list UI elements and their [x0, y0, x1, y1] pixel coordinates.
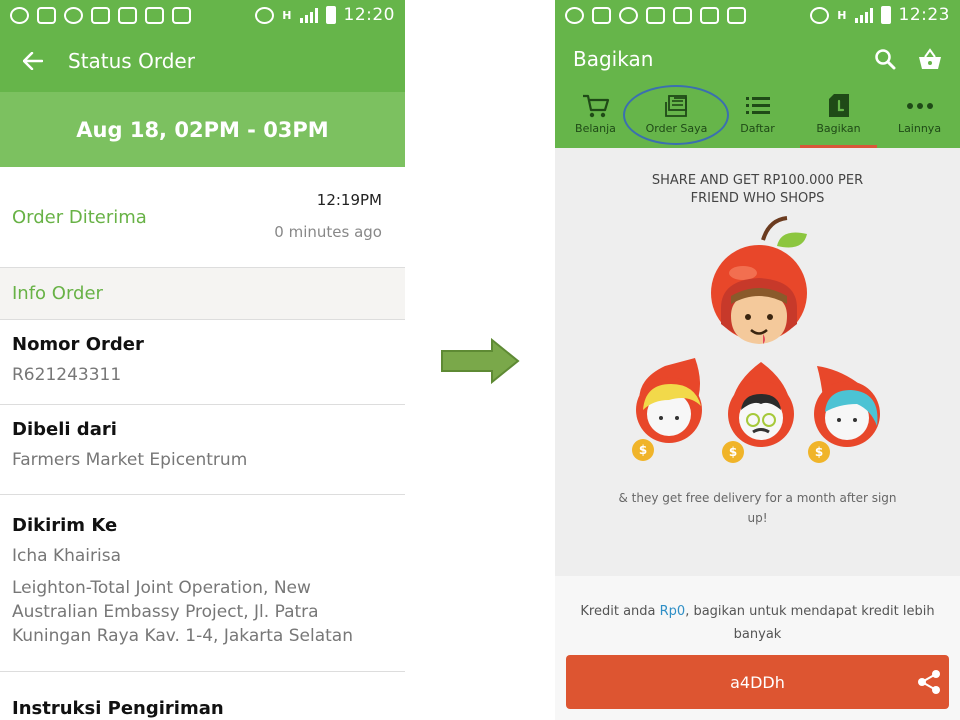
- more-icon: [906, 103, 933, 109]
- tab-label: Lainnya: [897, 122, 942, 135]
- tab-daftar[interactable]: Daftar: [717, 88, 798, 148]
- notification-icons: [565, 6, 746, 24]
- apple-mascot-icon: [711, 216, 807, 344]
- cart-icon: [582, 94, 609, 118]
- referral-code-button[interactable]: a4DDh: [566, 655, 949, 709]
- tab-order-saya[interactable]: Order Saya: [636, 88, 717, 148]
- main-tabs: Belanja Order Saya Daftar Bagikan Lainny…: [555, 88, 960, 148]
- order-status-ago: 0 minutes ago: [274, 223, 382, 241]
- shipping-address: Leighton-Total Joint Operation, New Aust…: [12, 576, 393, 648]
- share-promo: SHARE AND GET RP100.000 PER FRIEND WHO S…: [555, 148, 960, 576]
- shipping-instructions-block: Instruksi Pengiriman: [0, 672, 405, 719]
- purchased-from-block: Dibeli dari Farmers Market Epicentrum: [0, 405, 405, 495]
- maps-icon: [646, 6, 665, 24]
- promo-subtext-line: up!: [747, 511, 768, 525]
- share-screen: H 12:23 Bagikan Belanja Order Saya Dafta…: [555, 0, 960, 720]
- app-icon: [673, 6, 692, 24]
- referral-code: a4DDh: [730, 672, 785, 692]
- mascot-illustration: $ $ $: [632, 216, 880, 463]
- tab-belanja[interactable]: Belanja: [555, 88, 636, 148]
- status-bar: H 12:23: [555, 0, 960, 30]
- network-type: H: [282, 8, 292, 22]
- recipient-name: Icha Khairisa: [12, 546, 122, 566]
- notification-icons: [10, 6, 191, 24]
- arrow-left-icon: [23, 52, 43, 70]
- credit-text: Kredit anda Rp0, bagikan untuk mendapat …: [575, 600, 940, 646]
- whatsapp-icon: [565, 6, 584, 24]
- coin-symbol: $: [729, 445, 737, 459]
- status-order-screen: H 12:20 Status Order Aug 18, 02PM - 03PM…: [0, 0, 405, 720]
- tab-label: Belanja: [575, 122, 616, 135]
- receipt-icon: [664, 95, 687, 117]
- maps-icon: [91, 6, 110, 24]
- page-title: Bagikan: [573, 47, 654, 71]
- tab-lainnya[interactable]: Lainnya: [879, 88, 960, 148]
- alarm-icon: [810, 6, 830, 24]
- tab-label: Order Saya: [645, 122, 708, 135]
- share-icon[interactable]: [917, 669, 941, 695]
- tab-label: Bagikan: [816, 122, 861, 135]
- order-number-value: R621243311: [12, 365, 122, 385]
- pinterest-icon: [700, 6, 719, 24]
- order-number-title: Nomor Order: [12, 334, 144, 355]
- network-type: H: [837, 8, 847, 22]
- credit-suffix: , bagikan untuk mendapat kredit lebih ba…: [685, 604, 935, 642]
- page-title: Status Order: [68, 49, 195, 73]
- tab-label: Daftar: [740, 122, 775, 135]
- transition-arrow-icon: [441, 338, 520, 384]
- status-time: 12:23: [898, 5, 950, 25]
- shipping-to-title: Dikirim Ke: [12, 515, 118, 536]
- toolbar: Status Order: [0, 30, 405, 92]
- bag-notification-icon: [727, 6, 746, 24]
- credit-panel: Kredit anda Rp0, bagikan untuk mendapat …: [555, 576, 960, 720]
- coin-symbol: $: [815, 445, 823, 459]
- address-line: Kuningan Raya Kav. 1-4, Jakarta Selatan: [12, 626, 353, 646]
- order-status-row: Order Diterima 12:19PM 0 minutes ago: [0, 167, 405, 268]
- alarm-icon: [255, 6, 275, 24]
- battery-icon: [880, 6, 891, 24]
- basket-icon[interactable]: [918, 48, 942, 70]
- tab-bagikan[interactable]: Bagikan: [798, 88, 879, 148]
- signal-icon: [854, 7, 873, 23]
- status-time: 12:20: [343, 5, 395, 25]
- address-line: Australian Embassy Project, Jl. Patra: [12, 602, 319, 622]
- bag-icon: [828, 94, 849, 117]
- promo-subtext: & they get free delivery for a month aft…: [605, 488, 910, 528]
- battery-icon: [325, 6, 336, 24]
- purchased-from-title: Dibeli dari: [12, 419, 117, 440]
- credit-amount: Rp0: [659, 604, 686, 619]
- pinterest-icon: [145, 6, 164, 24]
- purchased-from-value: Farmers Market Epicentrum: [12, 450, 248, 470]
- coin-symbol: $: [639, 443, 647, 457]
- toolbar: Bagikan: [555, 30, 960, 88]
- order-number-block: Nomor Order R621243311: [0, 320, 405, 405]
- info-order-header: Info Order: [0, 268, 405, 320]
- whatsapp-icon: [10, 6, 29, 24]
- shipping-to-block: Dikirim Ke Icha Khairisa Leighton-Total …: [0, 495, 405, 672]
- status-bar: H 12:20: [0, 0, 405, 30]
- back-button[interactable]: [20, 48, 46, 74]
- search-icon[interactable]: [874, 48, 896, 70]
- delivery-slot: Aug 18, 02PM - 03PM: [0, 92, 405, 167]
- line-icon: [619, 6, 638, 24]
- bag-notification-icon: [172, 6, 191, 24]
- shipping-instructions-title: Instruksi Pengiriman: [12, 698, 224, 719]
- credit-prefix: Kredit anda: [580, 604, 660, 619]
- signal-icon: [299, 7, 318, 23]
- list-icon: [745, 97, 770, 114]
- order-status-label: Order Diterima: [12, 207, 147, 228]
- promo-subtext-line: & they get free delivery for a month aft…: [618, 491, 897, 505]
- gallery-icon: [37, 6, 56, 24]
- line-icon: [64, 6, 83, 24]
- address-line: Leighton-Total Joint Operation, New: [12, 578, 311, 598]
- app-icon: [118, 6, 137, 24]
- gallery-icon: [592, 6, 611, 24]
- order-status-time: 12:19PM: [316, 191, 382, 209]
